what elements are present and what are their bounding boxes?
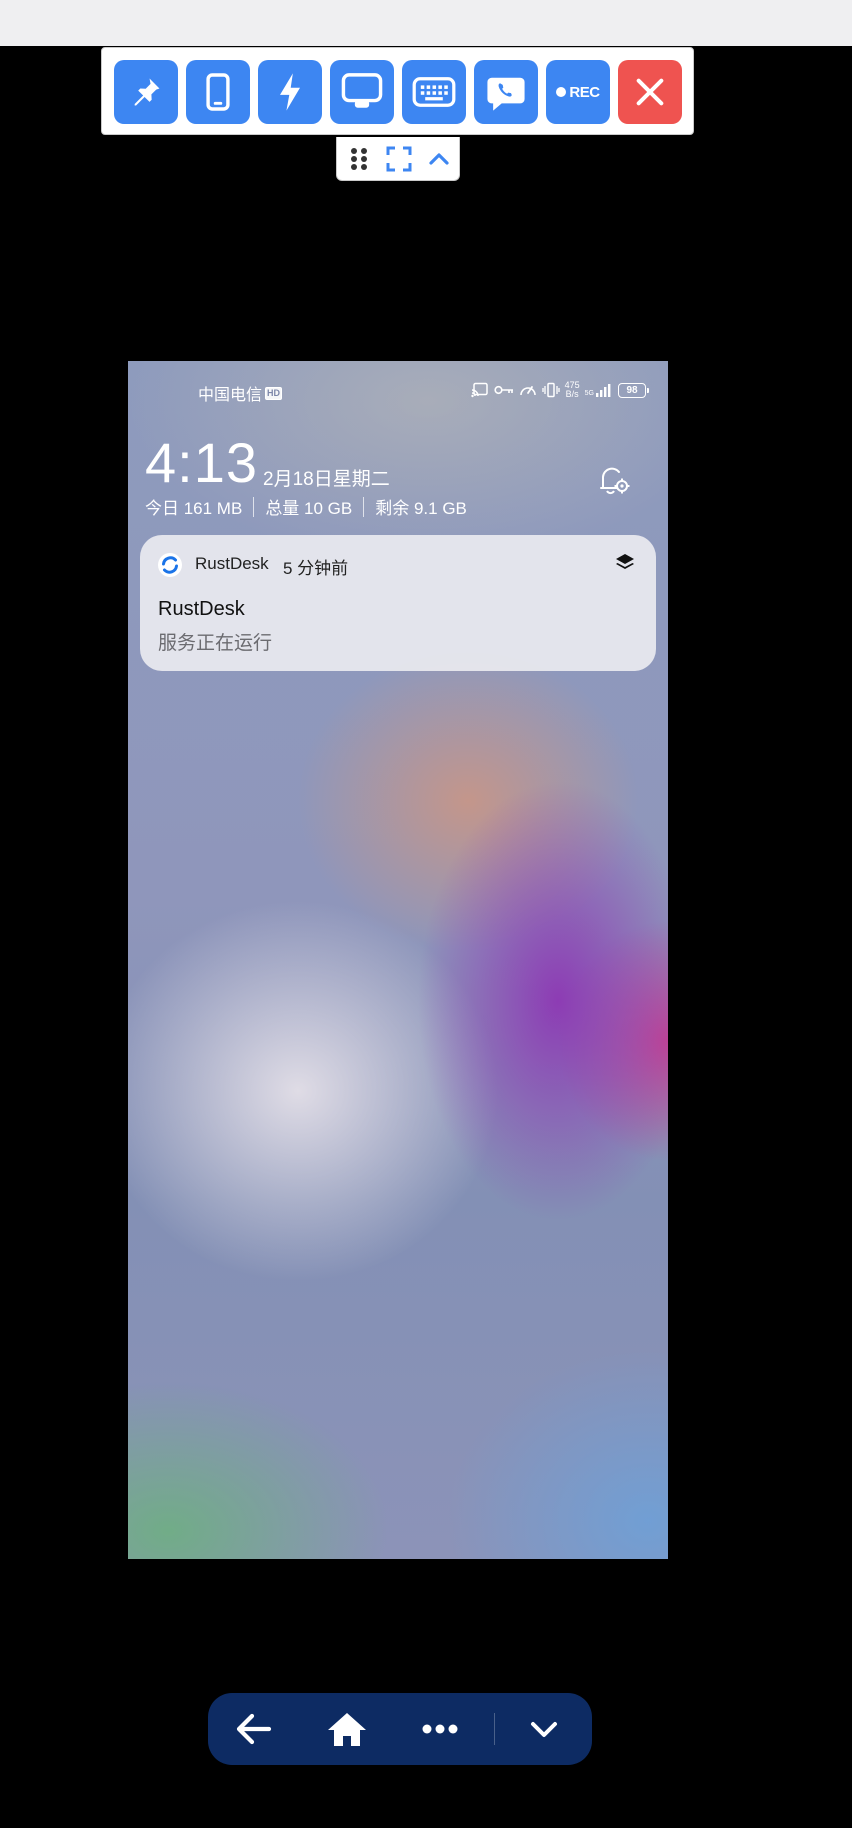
notification-app-name: RustDesk	[195, 554, 269, 573]
mobile-actions-button[interactable]	[186, 60, 250, 124]
nav-divider	[494, 1713, 495, 1745]
storage-today: 今日 161 MB	[145, 499, 243, 518]
keyboard-icon	[412, 77, 456, 107]
lockscreen-clock: 4:13	[145, 431, 258, 494]
window-top-strip	[0, 0, 852, 46]
storage-remaining: 剩余 9.1 GB	[375, 499, 467, 518]
close-icon	[636, 78, 664, 106]
close-session-button[interactable]	[618, 60, 682, 124]
notification-body: 服务正在运行	[158, 633, 273, 654]
collapse-navbar-button[interactable]	[522, 1707, 566, 1751]
bell-settings-icon	[600, 467, 630, 495]
network-speed-unit: B/s	[565, 389, 579, 399]
key-icon	[494, 385, 513, 395]
monitor-icon	[341, 73, 383, 108]
vibrate-icon	[541, 382, 560, 398]
storage-divider	[363, 496, 365, 517]
pin-toolbar-button[interactable]	[114, 60, 178, 124]
hd-badge: HD	[265, 386, 283, 400]
storage-info: 今日 161 MB 总量 10 GB 剩余 9.1 GB	[145, 494, 467, 519]
drag-handle-icon[interactable]	[345, 145, 373, 173]
remote-toolbar: REC	[101, 47, 694, 135]
rustdesk-app-icon	[158, 553, 182, 577]
notification-settings-button[interactable]	[593, 460, 633, 505]
chat-phone-icon	[487, 77, 525, 111]
back-button[interactable]	[232, 1707, 276, 1751]
storage-total: 总量 10 GB	[265, 499, 353, 518]
cast-icon	[470, 382, 488, 398]
storage-divider	[253, 496, 255, 517]
home-button[interactable]	[325, 1707, 369, 1751]
carrier-label: 中国电信	[198, 387, 263, 404]
chevron-down-icon	[531, 1722, 557, 1737]
speedometer-icon	[519, 386, 536, 396]
status-icons: 475 B/s 5G 98	[470, 381, 649, 399]
layers-icon[interactable]	[614, 552, 636, 574]
record-icon: REC	[556, 83, 600, 101]
lockscreen-date: 2月18日星期二	[263, 469, 390, 490]
pin-icon	[134, 78, 160, 106]
notification-title: RustDesk	[158, 598, 245, 620]
home-icon	[328, 1713, 366, 1746]
lightning-icon	[280, 73, 300, 111]
chat-button[interactable]	[474, 60, 538, 124]
network-speed: 475 B/s	[565, 381, 580, 399]
more-button[interactable]	[418, 1707, 462, 1751]
carrier-name: 中国电信 HD	[198, 381, 283, 405]
actions-button[interactable]	[258, 60, 322, 124]
more-icon	[422, 1724, 458, 1734]
network-type: 5G	[584, 390, 594, 397]
phone-status-bar: 中国电信 HD 475 B/s 5G 98	[128, 381, 668, 405]
remote-phone-screen[interactable]: 中国电信 HD 475 B/s 5G 98 4:13 2月18日星期二 今日 1…	[128, 361, 668, 1559]
fullscreen-icon[interactable]	[385, 145, 413, 173]
remote-navigation-bar	[208, 1693, 592, 1765]
toolbar-subbar	[336, 137, 460, 181]
record-button[interactable]: REC	[546, 60, 610, 124]
chevron-up-icon[interactable]	[425, 145, 453, 173]
mobile-phone-icon	[206, 73, 230, 111]
back-arrow-icon	[236, 1713, 272, 1745]
signal-icon	[596, 384, 611, 397]
battery-indicator: 98	[618, 382, 649, 398]
notification-time: 5 分钟前	[283, 559, 349, 578]
record-label: REC	[569, 83, 600, 101]
display-settings-button[interactable]	[330, 60, 394, 124]
notification-card[interactable]: RustDesk 5 分钟前 RustDesk 服务正在运行	[140, 535, 656, 671]
signal-indicator: 5G	[585, 383, 613, 397]
keyboard-button[interactable]	[402, 60, 466, 124]
